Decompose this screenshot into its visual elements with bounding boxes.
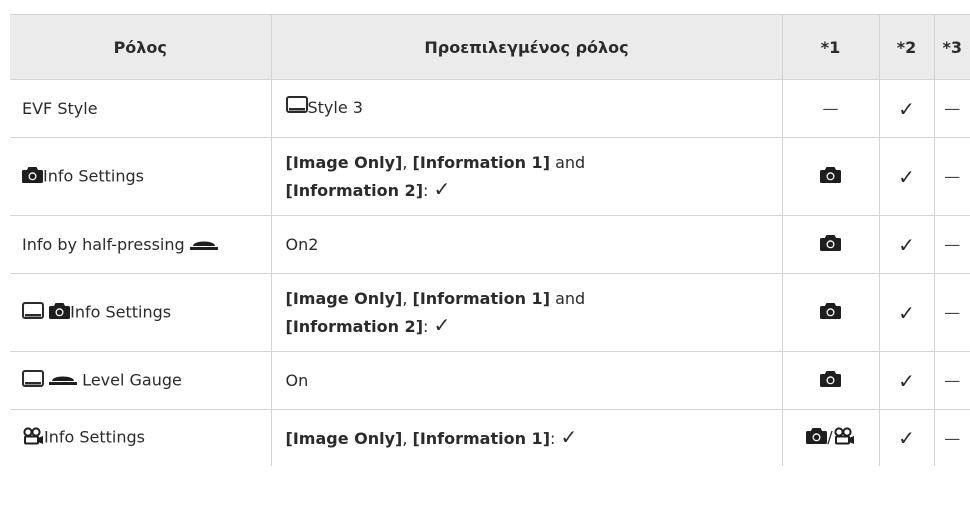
table-row: EVF Style Style 3 — ✓ — xyxy=(10,79,970,138)
role-cell: Info Settings xyxy=(10,137,272,216)
role-cell: Info Settings xyxy=(10,409,272,466)
role-label: Info by half-pressing xyxy=(22,234,185,254)
role-cell: Level Gauge xyxy=(10,351,272,410)
shutter-button-icon xyxy=(49,371,78,390)
monitor-icon xyxy=(285,95,308,122)
default-value: On2 xyxy=(285,234,319,254)
table-header-row: Ρόλος Προεπιλεγμένος ρόλος *1 *2 *3 xyxy=(10,14,970,80)
table-row: Level Gauge On ✓ — xyxy=(10,351,970,410)
default-cell: [Image Only], [Information 1]: ✓ xyxy=(271,409,783,466)
table-row: Info by half-pressing On2 ✓ — xyxy=(10,215,970,274)
col3-value: — xyxy=(934,137,970,216)
monitor-icon xyxy=(22,369,44,392)
value-information-2: [Information 2] xyxy=(285,180,424,200)
col1-cell xyxy=(782,351,880,410)
role-label: EVF Style xyxy=(22,99,98,118)
default-value: On xyxy=(285,370,309,390)
separator: , xyxy=(402,288,413,308)
role-cell: Info by half-pressing xyxy=(10,215,272,274)
conjunction: and xyxy=(550,288,586,308)
camera-icon xyxy=(820,370,841,392)
camera-icon xyxy=(49,302,71,324)
separator: , xyxy=(402,429,413,448)
value-information-2: [Information 2] xyxy=(285,316,424,336)
default-cell: [Image Only], [Information 1] and [Infor… xyxy=(271,137,783,216)
default-value: Style 3 xyxy=(307,98,363,118)
check-mark: ✓ xyxy=(433,176,451,201)
default-cell: On2 xyxy=(271,215,783,274)
value-information-1: [Information 1] xyxy=(412,429,551,448)
check-mark: ✓ xyxy=(433,312,451,337)
check-mark: ✓ xyxy=(879,351,935,410)
shutter-button-icon xyxy=(189,236,218,255)
camera-icon xyxy=(820,302,841,324)
table-row: Info Settings [Image Only], [Information… xyxy=(10,273,970,352)
role-label: Level Gauge xyxy=(77,370,182,389)
movie-icon xyxy=(22,427,44,449)
col3-value: — xyxy=(934,409,970,466)
role-cell: Info Settings xyxy=(10,273,272,352)
separator: : xyxy=(423,316,434,336)
col1-cell xyxy=(782,273,880,352)
col3-value: — xyxy=(934,273,970,352)
check-mark: ✓ xyxy=(879,79,935,138)
conjunction: and xyxy=(550,152,586,172)
page: Ρόλος Προεπιλεγμένος ρόλος *1 *2 *3 EVF … xyxy=(0,0,970,510)
header-role: Ρόλος xyxy=(10,14,272,80)
role-label: Info Settings xyxy=(44,427,145,447)
check-mark: ✓ xyxy=(560,425,578,449)
header-col-2: *2 xyxy=(879,14,935,80)
check-mark: ✓ xyxy=(879,137,935,216)
role-cell: EVF Style xyxy=(10,79,272,138)
camera-icon xyxy=(806,427,828,449)
header-default-role: Προεπιλεγμένος ρόλος xyxy=(271,14,783,80)
default-cell: [Image Only], [Information 1] and [Infor… xyxy=(271,273,783,352)
default-cell: Style 3 xyxy=(271,79,783,138)
value-image-only: [Image Only] xyxy=(285,288,403,308)
table-row: Info Settings [Image Only], [Information… xyxy=(10,409,970,466)
default-cell: On xyxy=(271,351,783,410)
check-mark: ✓ xyxy=(879,215,935,274)
col3-value: — xyxy=(934,351,970,410)
camera-icon xyxy=(820,166,841,188)
col1-cell: / xyxy=(782,409,880,466)
col1-value: — xyxy=(782,79,880,138)
value-image-only: [Image Only] xyxy=(285,429,403,448)
col3-value: — xyxy=(934,79,970,138)
settings-table: Ρόλος Προεπιλεγμένος ρόλος *1 *2 *3 EVF … xyxy=(10,14,970,466)
col1-cell xyxy=(782,137,880,216)
role-label: Info Settings xyxy=(70,302,172,321)
table-row: Info Settings [Image Only], [Information… xyxy=(10,137,970,216)
camera-icon xyxy=(22,166,43,188)
separator: , xyxy=(402,152,413,172)
col3-value: — xyxy=(934,215,970,274)
value-information-1: [Information 1] xyxy=(412,288,551,308)
col1-cell xyxy=(782,215,880,274)
value-image-only: [Image Only] xyxy=(285,152,403,172)
camera-icon xyxy=(820,234,841,256)
separator: : xyxy=(423,180,434,200)
value-information-1: [Information 1] xyxy=(412,152,551,172)
role-label: Info Settings xyxy=(43,166,144,185)
header-col-1: *1 xyxy=(782,14,880,80)
movie-icon xyxy=(833,427,855,449)
header-col-3: *3 xyxy=(934,14,970,80)
check-mark: ✓ xyxy=(879,409,935,466)
separator: : xyxy=(550,429,561,448)
monitor-icon xyxy=(22,301,44,324)
check-mark: ✓ xyxy=(879,273,935,352)
